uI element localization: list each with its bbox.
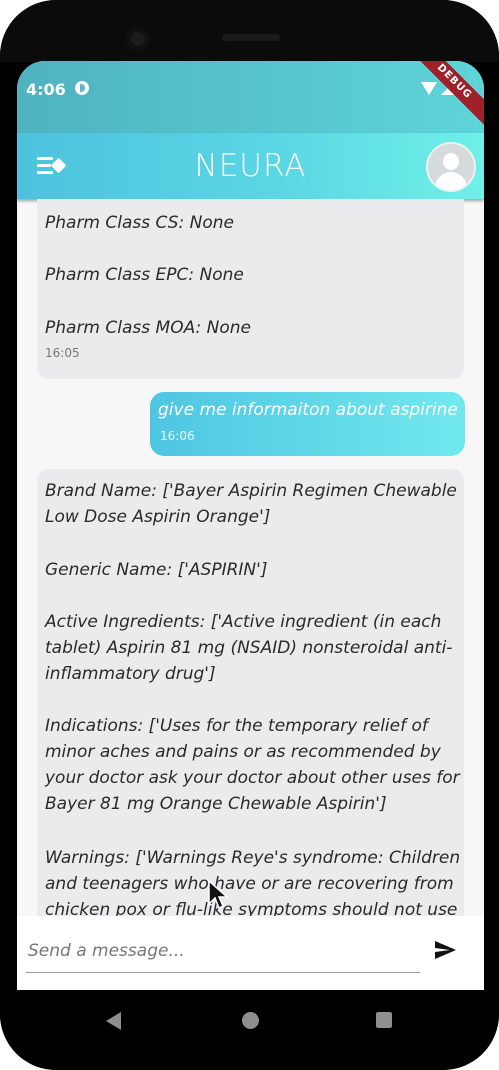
wifi-icon [421,82,437,95]
message-line: Pharm Class CS: None [45,213,234,233]
message-line: your doctor ask your doctor about other … [45,768,460,788]
message-input[interactable] [26,930,420,973]
earpiece-speaker [222,34,280,41]
message-line: tablet) Aspirin 81 mg (NSAID) nonsteroid… [45,638,453,658]
message-line: Bayer 81 mg Orange Chewable Aspirin'] [45,794,387,814]
message-bubble-incoming: Brand Name: ['Bayer Aspirin Regimen Chew… [37,469,464,916]
system-nav-bar [0,990,499,1070]
message-line: and teenagers who have or are recovering… [45,874,454,894]
message-text: give me informaiton about aspirine [158,400,458,420]
message-line: Indications: ['Uses for the temporary re… [45,716,428,736]
message-time: 16:05 [45,346,80,360]
notification-icon [75,81,89,95]
avatar[interactable] [426,142,476,192]
message-line: Pharm Class MOA: None [45,318,252,338]
message-line: Active Ingredients: ['Active ingredient … [45,612,442,632]
message-bubble-outgoing: give me informaiton about aspirine 16:06 [150,392,465,456]
message-line: Warnings: ['Warnings Reye's syndrome: Ch… [45,848,461,868]
app-bar: NEURA [17,133,484,199]
send-icon[interactable] [431,938,459,962]
home-icon[interactable] [242,1012,259,1029]
message-line: minor aches and pains or as recommended … [45,742,441,762]
phone-frame: 4:06 DEBUG NEURA Pharm Class CS: None Ph… [0,0,499,1070]
chat-list[interactable]: Pharm Class CS: None Pharm Class EPC: No… [17,199,484,916]
message-line: Low Dose Aspirin Orange'] [45,507,271,527]
message-line: inflammatory drug'] [45,664,216,684]
message-line: Generic Name: ['ASPIRIN'] [45,560,268,580]
message-bubble-incoming: Pharm Class CS: None Pharm Class EPC: No… [37,199,464,379]
app-title: NEURA [194,148,307,184]
debug-banner: DEBUG [405,61,484,131]
message-time: 16:06 [160,429,195,443]
front-camera [126,27,150,51]
phone-bezel [0,0,499,62]
mouse-cursor-icon [208,880,228,910]
message-composer [17,916,484,990]
message-line: chicken pox or flu-like symptoms should … [45,900,458,916]
message-line: Pharm Class EPC: None [45,265,244,285]
status-time: 4:06 [26,80,66,99]
message-line: Brand Name: ['Bayer Aspirin Regimen Chew… [45,481,457,501]
back-icon[interactable] [106,1012,121,1030]
recent-apps-icon[interactable] [376,1012,392,1028]
status-bar: 4:06 DEBUG [17,61,484,133]
app-screen: 4:06 DEBUG NEURA Pharm Class CS: None Ph… [17,61,484,990]
